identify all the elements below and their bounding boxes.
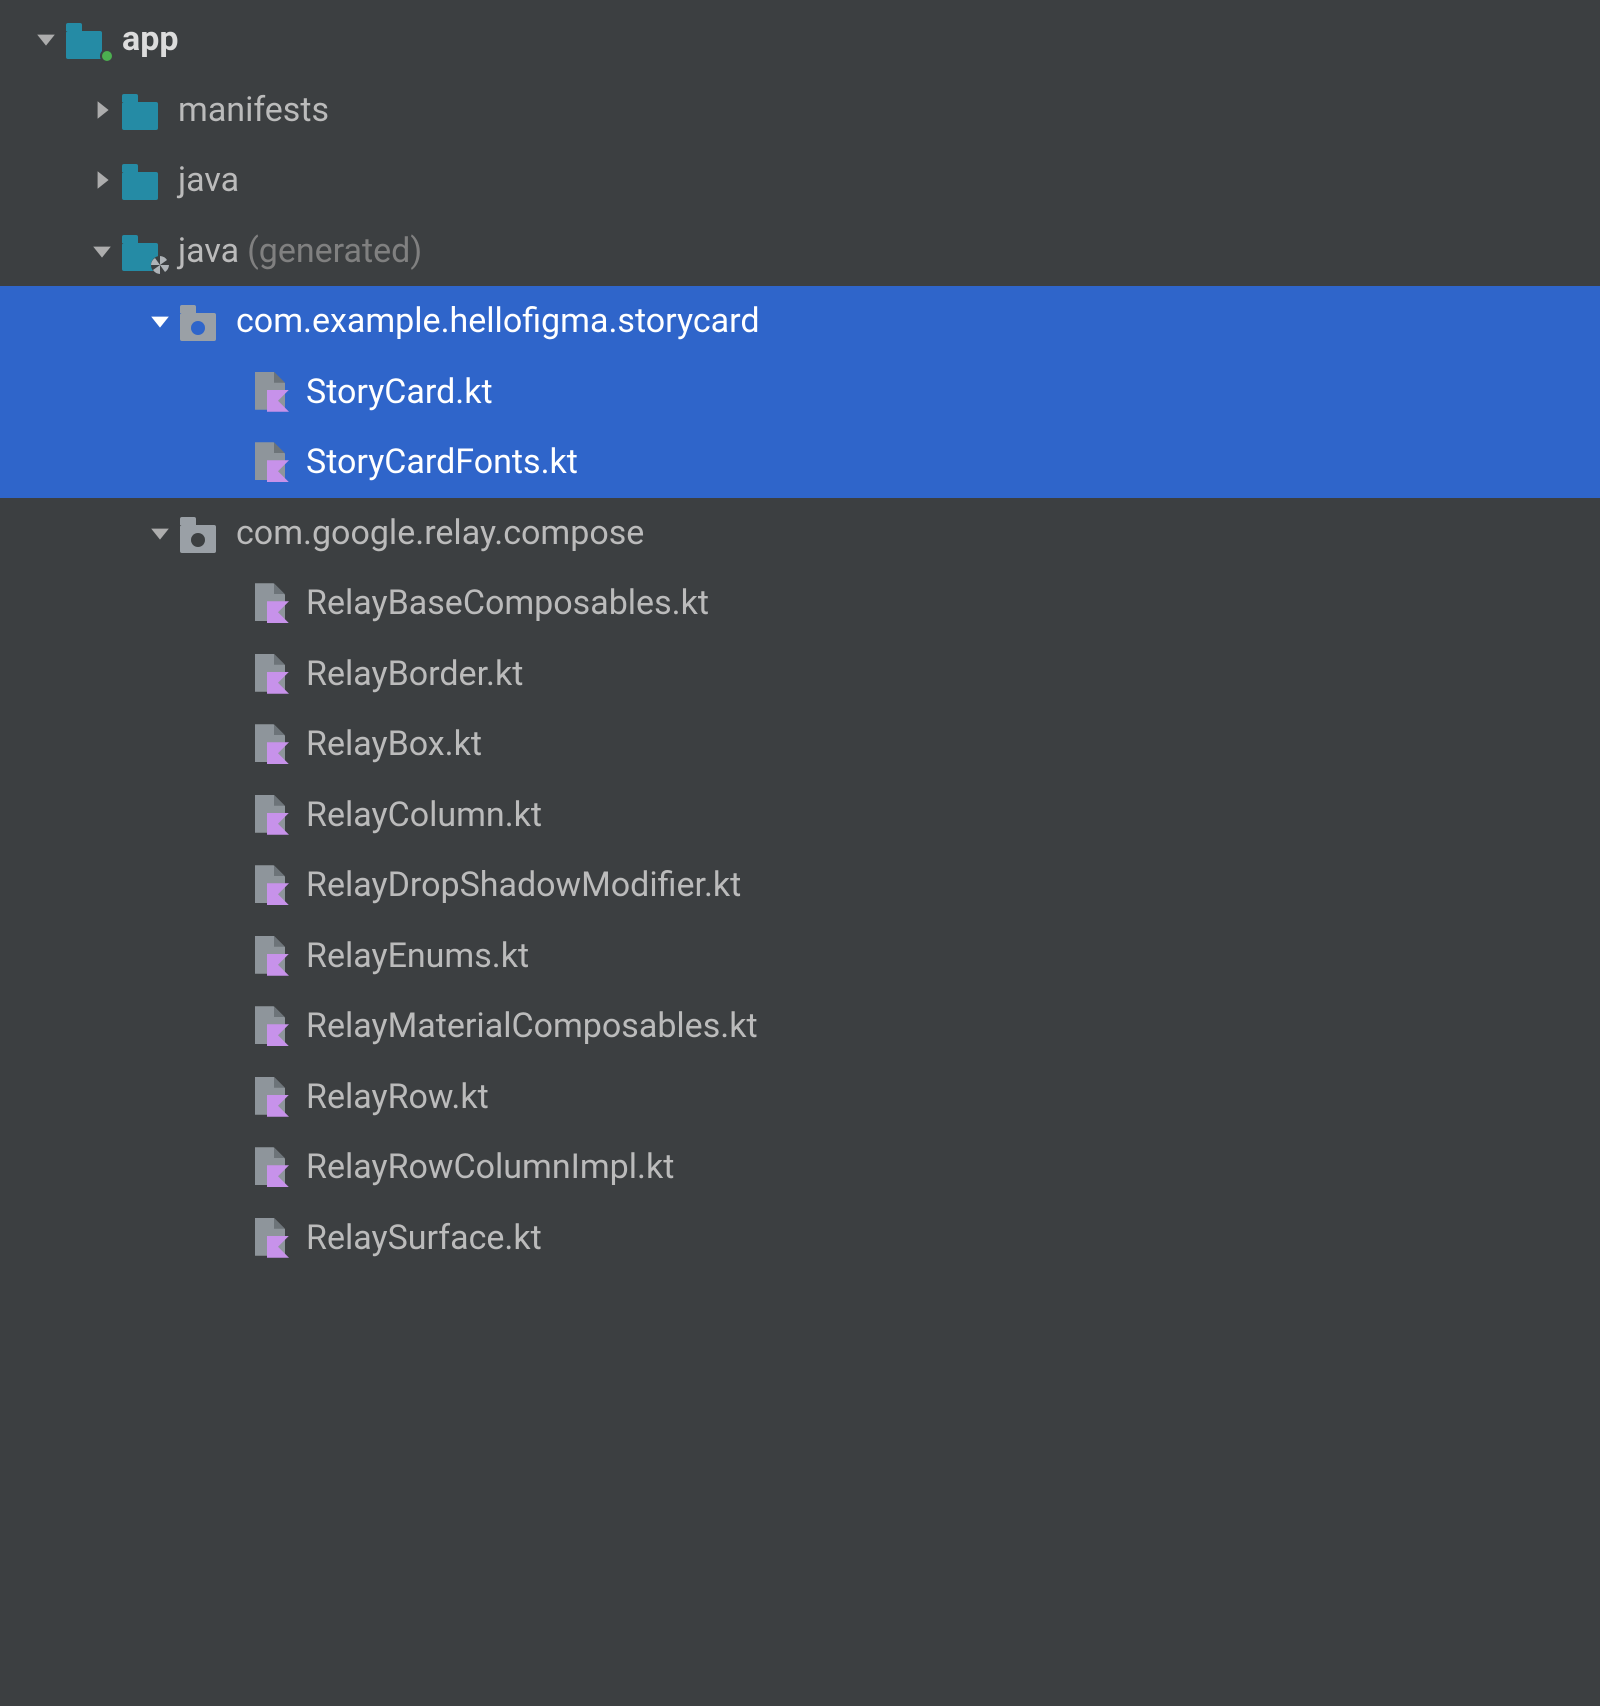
chevron-down-icon[interactable] [26,28,66,50]
kotlin-file-icon [250,1216,294,1260]
kotlin-file-icon [250,1075,294,1119]
tree-item-file-relaybase[interactable]: RelayBaseComposables.kt [0,568,1600,639]
tree-item-label: RelayRowColumnImpl.kt [306,1150,674,1184]
chevron-right-icon[interactable] [82,99,122,121]
tree-item-label: com.google.relay.compose [236,516,644,550]
tree-item-manifests[interactable]: manifests [0,75,1600,146]
project-tree: app manifests java java (gener [0,0,1600,1273]
tree-item-label: RelayBorder.kt [306,657,523,691]
kotlin-file-icon [250,863,294,907]
tree-item-file-storycardfonts[interactable]: StoryCardFonts.kt [0,427,1600,498]
kotlin-file-icon [250,722,294,766]
tree-item-file-relayenums[interactable]: RelayEnums.kt [0,921,1600,992]
tree-item-file-relayrow[interactable]: RelayRow.kt [0,1062,1600,1133]
kotlin-file-icon [250,793,294,837]
tree-item-file-relaycolumn[interactable]: RelayColumn.kt [0,780,1600,851]
tree-item-file-relaybox[interactable]: RelayBox.kt [0,709,1600,780]
module-folder-icon [66,17,110,61]
generated-folder-icon [122,229,166,273]
tree-item-pkg-storycard[interactable]: com.example.hellofigma.storycard [0,286,1600,357]
tree-item-file-relaydrop[interactable]: RelayDropShadowModifier.kt [0,850,1600,921]
package-folder-icon [180,511,224,555]
tree-item-file-relayborder[interactable]: RelayBorder.kt [0,639,1600,710]
tree-item-app[interactable]: app [0,4,1600,75]
folder-icon [122,158,166,202]
kotlin-file-icon [250,934,294,978]
tree-item-file-relaymaterial[interactable]: RelayMaterialComposables.kt [0,991,1600,1062]
kotlin-file-icon [250,1004,294,1048]
tree-item-file-relaysurface[interactable]: RelaySurface.kt [0,1203,1600,1274]
tree-item-label: RelayEnums.kt [306,939,529,973]
chevron-down-icon[interactable] [140,310,180,332]
tree-item-label: RelayRow.kt [306,1080,489,1114]
tree-item-label: manifests [178,93,329,127]
kotlin-file-icon [250,581,294,625]
tree-item-label: app [122,22,178,56]
tree-item-file-storycard[interactable]: StoryCard.kt [0,357,1600,428]
kotlin-file-icon [250,370,294,414]
tree-item-label: RelayBox.kt [306,727,482,761]
chevron-right-icon[interactable] [82,169,122,191]
chevron-down-icon[interactable] [82,240,122,262]
tree-item-label: RelayBaseComposables.kt [306,586,709,620]
kotlin-file-icon [250,652,294,696]
folder-icon [122,88,166,132]
kotlin-file-icon [250,440,294,484]
tree-item-label: java [178,234,239,268]
tree-item-label: java [178,163,239,197]
tree-item-file-relayrowcol[interactable]: RelayRowColumnImpl.kt [0,1132,1600,1203]
tree-item-pkg-relay[interactable]: com.google.relay.compose [0,498,1600,569]
tree-item-label: com.example.hellofigma.storycard [236,304,760,338]
kotlin-file-icon [250,1145,294,1189]
package-folder-icon [180,299,224,343]
tree-item-label: RelayColumn.kt [306,798,542,832]
tree-item-java-generated[interactable]: java (generated) [0,216,1600,287]
tree-item-label: RelayDropShadowModifier.kt [306,868,741,902]
tree-item-label: RelayMaterialComposables.kt [306,1009,758,1043]
tree-item-suffix: (generated) [247,231,422,271]
chevron-down-icon[interactable] [140,522,180,544]
tree-item-label: RelaySurface.kt [306,1221,542,1255]
tree-item-java[interactable]: java [0,145,1600,216]
tree-item-label: StoryCardFonts.kt [306,445,578,479]
tree-item-label: StoryCard.kt [306,375,493,409]
